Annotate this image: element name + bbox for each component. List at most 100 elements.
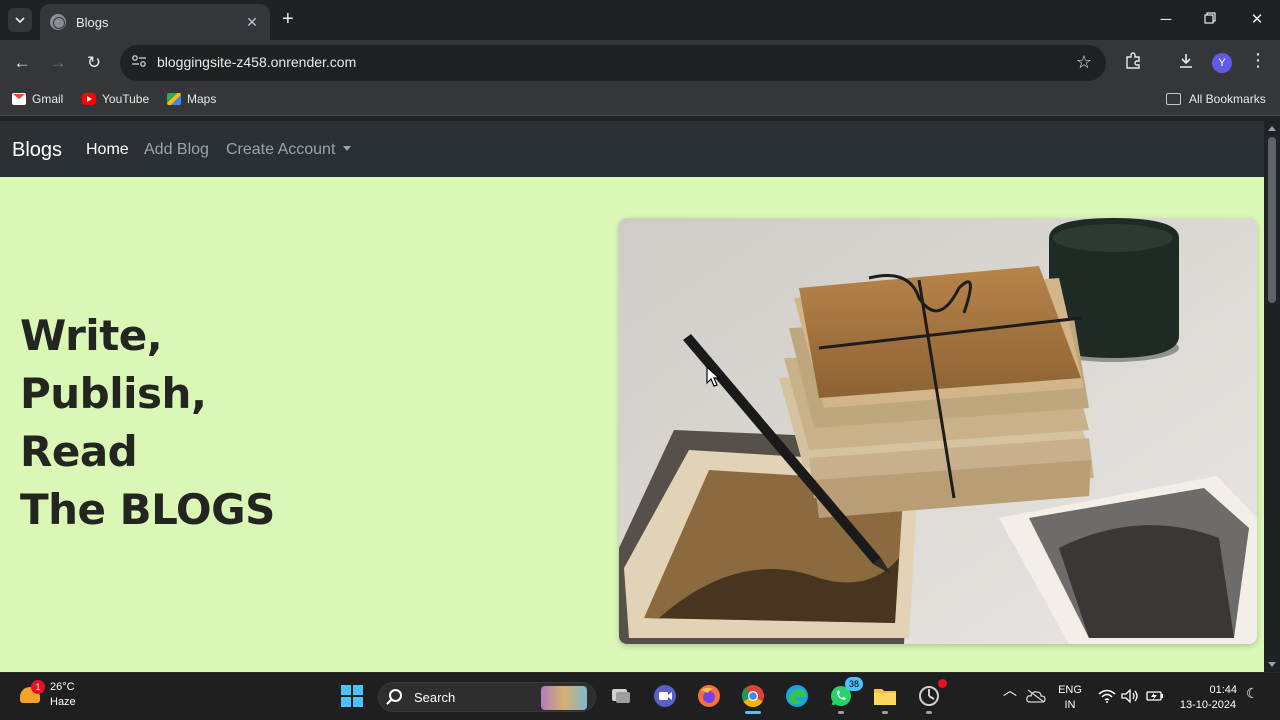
hero-image <box>619 218 1257 644</box>
browser-toolbar: ← → ↻ bloggingsite-z458.onrender.com ☆ Y… <box>0 40 1280 86</box>
running-app-indicator <box>882 711 888 714</box>
clock-date: 13-10-2024 <box>1179 699 1237 711</box>
scrollbar-thumb[interactable] <box>1268 137 1276 303</box>
youtube-icon <box>82 93 96 105</box>
navbar-brand[interactable]: Blogs <box>12 139 62 162</box>
download-icon[interactable] <box>1175 52 1197 75</box>
bookmark-label: Maps <box>187 92 217 106</box>
forward-icon[interactable]: → <box>47 52 69 74</box>
address-bar[interactable]: bloggingsite-z458.onrender.com ☆ <box>120 45 1106 81</box>
clock[interactable]: 01:44 13-10-2024 <box>1172 683 1244 713</box>
bookmarks-bar: Gmail YouTube Maps All Bookmarks <box>0 86 1280 116</box>
onedrive-icon[interactable] <box>1024 684 1048 708</box>
notification-moon-icon[interactable]: ☾ <box>1246 686 1259 701</box>
task-view-button[interactable] <box>607 682 635 710</box>
chevron-down-icon <box>15 17 25 23</box>
taskbar-app-firefox[interactable] <box>695 682 723 710</box>
taskbar-app-chrome[interactable] <box>739 682 767 714</box>
page-scrollbar[interactable] <box>1264 121 1280 672</box>
menu-kebab-icon[interactable]: ⋮ <box>1247 50 1269 71</box>
site-navbar: Blogs Home Add Blog Create Account <box>0 121 1264 177</box>
hero-heading: Write, Publish, Read The BLOGS <box>20 307 275 539</box>
whatsapp-unread-badge: 38 <box>845 677 863 691</box>
hero-line-4: The BLOGS <box>20 485 275 534</box>
clock-time: 01:44 <box>1209 684 1237 696</box>
nav-add-blog-link[interactable]: Add Blog <box>144 141 209 159</box>
bookmark-gmail[interactable]: Gmail <box>12 92 63 106</box>
search-highlight-icon <box>541 686 587 710</box>
language-code: ENG <box>1058 684 1082 696</box>
windows-logo-icon <box>341 685 363 707</box>
bookmark-label: YouTube <box>102 92 150 106</box>
weather-haze-icon: 1 <box>18 680 45 708</box>
taskbar-app-file-explorer[interactable] <box>871 682 899 714</box>
video-call-icon <box>654 685 676 707</box>
search-icon <box>389 689 402 702</box>
extensions-icon[interactable] <box>1122 52 1144 75</box>
tab-close-icon[interactable]: ✕ <box>244 14 260 31</box>
gmail-icon <box>12 93 26 105</box>
hero-line-2: Publish, <box>20 369 207 418</box>
bookmark-youtube[interactable]: YouTube <box>82 92 149 106</box>
new-tab-button[interactable]: + <box>282 9 294 29</box>
start-button[interactable] <box>338 682 366 710</box>
recording-dot <box>938 679 947 688</box>
weather-temperature: 26°C <box>50 681 75 693</box>
bookmark-star-icon[interactable]: ☆ <box>1076 52 1092 73</box>
nav-home-link[interactable]: Home <box>86 141 129 159</box>
region-code: IN <box>1064 699 1076 711</box>
language-indicator[interactable]: ENG IN <box>1055 683 1085 713</box>
battery-charging-icon[interactable] <box>1143 684 1167 708</box>
show-hidden-icons-chevron-icon[interactable]: ︿ <box>1003 683 1017 698</box>
scroll-down-arrow-icon[interactable] <box>1268 662 1276 667</box>
globe-icon <box>50 14 66 30</box>
chrome-icon <box>741 685 764 707</box>
folder-icon <box>1166 93 1181 105</box>
mouse-cursor-icon <box>706 366 720 387</box>
bookmark-label: Gmail <box>32 92 64 106</box>
maps-icon <box>167 93 181 105</box>
create-account-label: Create Account <box>226 141 336 158</box>
caret-down-icon <box>343 146 352 151</box>
browser-tab-strip: Blogs ✕ + ─ ✕ <box>0 0 1280 40</box>
wifi-icon[interactable] <box>1096 684 1118 708</box>
tab-search-button[interactable] <box>8 8 32 32</box>
firefox-icon <box>698 685 720 707</box>
hero-line-3: Read <box>20 427 138 476</box>
running-app-indicator <box>838 711 844 714</box>
windows-taskbar: 1 26°C Haze Search 38 ︿ ENG IN 01:44 13-… <box>0 672 1280 720</box>
bookmark-maps[interactable]: Maps <box>167 92 216 106</box>
back-icon[interactable]: ← <box>11 52 33 74</box>
active-app-indicator <box>745 711 761 714</box>
profile-avatar[interactable]: Y <box>1212 53 1232 73</box>
hero-line-1: Write, <box>20 311 163 360</box>
minimize-icon[interactable]: ─ <box>1156 10 1176 30</box>
running-app-indicator <box>926 711 932 714</box>
site-info-icon[interactable] <box>130 54 148 72</box>
taskbar-search-box[interactable]: Search <box>378 682 596 712</box>
task-view-icon <box>612 689 630 703</box>
browser-tab-active[interactable]: Blogs ✕ <box>40 4 270 40</box>
edge-icon <box>786 685 808 707</box>
restore-icon[interactable] <box>1200 10 1220 30</box>
reload-icon[interactable]: ↻ <box>83 52 105 74</box>
all-bookmarks-button[interactable]: All Bookmarks <box>1166 92 1266 106</box>
taskbar-app-meet[interactable] <box>651 682 679 710</box>
taskbar-app-screen-recorder[interactable] <box>915 679 947 714</box>
weather-widget[interactable]: 1 26°C Haze <box>18 680 76 710</box>
taskbar-search-label: Search <box>414 690 456 705</box>
nav-create-account-dropdown[interactable]: Create Account <box>226 141 352 159</box>
volume-icon[interactable] <box>1119 684 1141 708</box>
taskbar-app-edge[interactable] <box>783 682 811 710</box>
url-text: bloggingsite-z458.onrender.com <box>157 54 357 70</box>
all-bookmarks-label: All Bookmarks <box>1189 92 1266 106</box>
letters-and-pen-photo <box>619 218 1257 644</box>
close-window-icon[interactable]: ✕ <box>1247 10 1267 30</box>
scroll-up-arrow-icon[interactable] <box>1268 126 1276 131</box>
tab-title: Blogs <box>76 14 109 30</box>
recorder-icon <box>919 686 939 706</box>
page-viewport: Blogs Home Add Blog Create Account Write… <box>0 121 1264 672</box>
weather-description: Haze <box>50 696 76 708</box>
taskbar-app-whatsapp[interactable]: 38 <box>827 677 863 714</box>
folder-explorer-icon <box>874 689 896 705</box>
